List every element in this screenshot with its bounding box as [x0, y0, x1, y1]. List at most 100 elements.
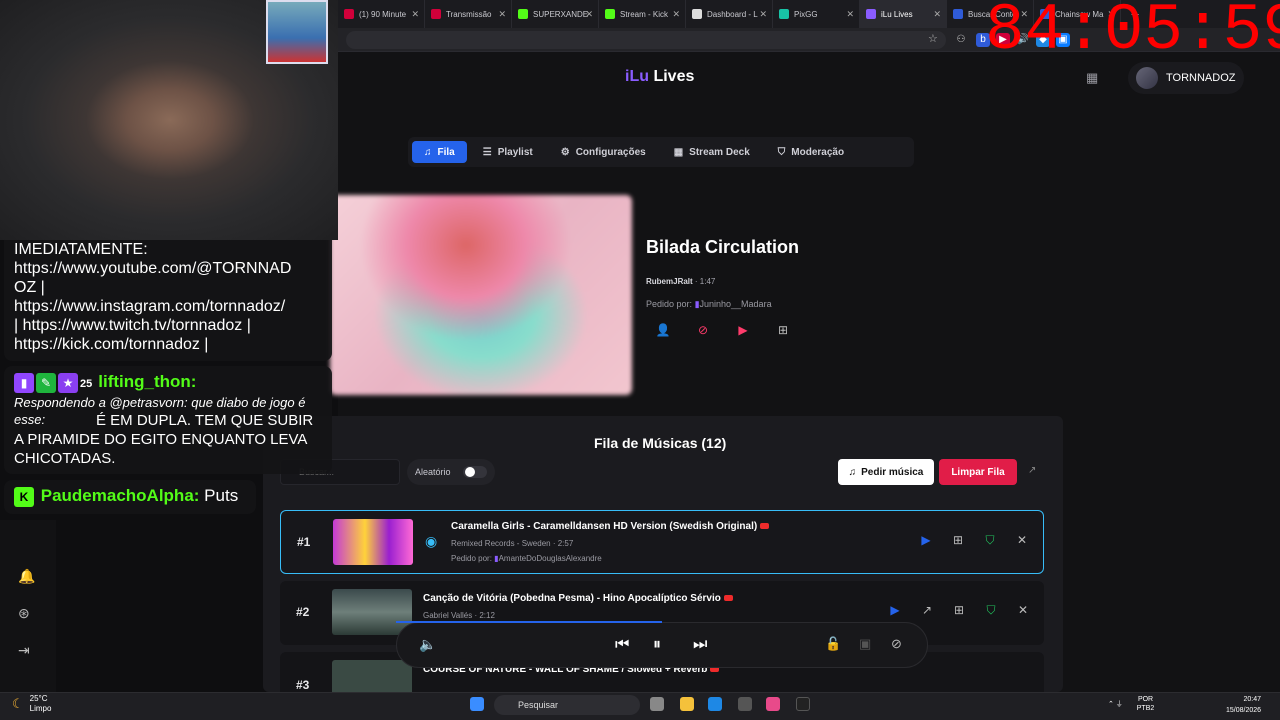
help-icon[interactable]: ⊛ [18, 605, 30, 622]
track-title: Canção de Vitória (Pobedna Pesma) - Hino… [423, 593, 733, 604]
close-tab-icon[interactable]: ✕ [846, 9, 854, 20]
browser-tab[interactable]: Dashboard - L ✕ [686, 0, 773, 28]
tab-favicon-icon [692, 9, 702, 19]
app-icon[interactable] [766, 697, 780, 711]
track-channel: Gabriel Vallés · 2:12 [423, 611, 495, 620]
play-icon[interactable]: ▶ [888, 603, 902, 618]
browser-tab[interactable]: iLu Lives ✕ [860, 0, 947, 28]
clock[interactable]: 20:47 15/08/2026 [1226, 694, 1261, 716]
tab-stream-deck[interactable]: ▦ Stream Deck [662, 141, 762, 163]
now-playing-icon: ◉ [425, 533, 438, 549]
close-tab-icon[interactable]: ✕ [498, 9, 506, 20]
previous-icon[interactable]: ⏮ [615, 636, 629, 654]
add-to-playlist-icon[interactable]: ⊞ [952, 603, 966, 618]
browser-tab[interactable]: (1) 90 Minute ✕ [338, 0, 425, 28]
hide-icon[interactable]: ⊘ [891, 636, 902, 652]
app-logo[interactable]: iLu Lives [625, 68, 694, 86]
save-icon[interactable]: ▣ [859, 636, 871, 652]
tab-playlist[interactable]: ☰ Playlist [471, 141, 545, 163]
browser-tab[interactable]: Transmissão ✕ [425, 0, 512, 28]
language-indicator[interactable]: POR PTB2 [1137, 695, 1155, 713]
block-icon[interactable]: ⊘ [695, 322, 711, 338]
close-tab-icon[interactable]: ✕ [411, 9, 419, 20]
file-explorer-icon[interactable] [680, 697, 694, 711]
close-tab-icon[interactable]: ✕ [585, 9, 593, 20]
close-tab-icon[interactable]: ✕ [672, 9, 680, 20]
now-playing-requester: Pedido por: ▮Juninho__Madara [646, 299, 772, 309]
close-tab-icon[interactable]: ✕ [933, 9, 941, 20]
bookmark-star-icon[interactable]: ☆ [928, 32, 938, 45]
app-icon[interactable] [738, 697, 752, 711]
tab-moderacao[interactable]: ⛉ Moderação [766, 141, 856, 163]
clear-queue-button[interactable]: Limpar Fila [939, 459, 1017, 485]
username: TORNNADOZ [1166, 72, 1236, 84]
tab-label: PixGG [794, 9, 818, 19]
bell-icon[interactable]: 🔔 [18, 568, 35, 585]
toggle-switch[interactable] [463, 466, 487, 478]
main-tabs: ♫ Fila ☰ Playlist ⚙ Configurações ▦ Stream Deck… [408, 137, 914, 167]
shield-icon[interactable]: ⛉ [984, 603, 998, 618]
windows-start-icon[interactable] [470, 697, 484, 711]
browser-tab[interactable]: Stream - Kick ✕ [599, 0, 686, 28]
youtube-icon[interactable]: ▶ [735, 322, 751, 338]
browser-tab[interactable]: PixGG ✕ [773, 0, 860, 28]
chat-message: IMEDIATAMENTE: https://www.youtube.com/@… [4, 240, 332, 361]
external-link-icon[interactable]: ↗ [1028, 465, 1036, 476]
add-to-playlist-icon[interactable]: ⊞ [951, 533, 965, 548]
logout-icon[interactable]: ⇥ [18, 642, 30, 659]
tab-label: (1) 90 Minute [359, 9, 407, 19]
tab-configuracoes[interactable]: ⚙ Configurações [549, 141, 658, 163]
tab-fila[interactable]: ♫ Fila [412, 141, 467, 163]
stream-timer: 84:05:59 [985, 0, 1280, 68]
next-icon[interactable]: ⏭ [693, 636, 707, 654]
browser-tab[interactable]: SUPERXANDE ✕ [512, 0, 599, 28]
queue-position: #1 [297, 535, 311, 549]
tab-favicon-icon [779, 9, 789, 19]
taskbar-search[interactable]: Pesquisar [494, 695, 640, 715]
play-icon[interactable]: ▶ [919, 533, 933, 548]
shuffle-toggle[interactable]: Aleatório [407, 459, 495, 485]
track-thumbnail [333, 519, 413, 565]
network-icon[interactable]: ⌃ ⏚ [1108, 701, 1123, 708]
extension-icon[interactable]: ⚇ [954, 33, 968, 47]
move-to-top-icon[interactable]: ↗ [920, 603, 934, 618]
ban-user-icon[interactable]: 👤 [655, 322, 671, 338]
lock-icon[interactable]: 🔓 [825, 636, 841, 652]
track-channel: Remixed Records - Sweden · 2:57 [451, 539, 574, 548]
background-poster [266, 0, 328, 64]
request-song-button[interactable]: ♫ Pedir música [838, 459, 934, 485]
edge-icon[interactable] [708, 697, 722, 711]
epic-games-icon[interactable] [796, 697, 810, 711]
tab-label: Fila [437, 146, 455, 158]
row-actions: ▶ ⊞ ⛉ ✕ [919, 533, 1029, 548]
shield-icon[interactable]: ⛉ [983, 533, 997, 548]
add-to-playlist-icon[interactable]: ⊞ [775, 322, 791, 338]
queue-row[interactable]: #1 ◉ Caramella Girls - Caramelldansen HD… [280, 510, 1044, 574]
track-requester: Pedido por: ▮AmanteDoDouglasAlexandre [451, 554, 602, 563]
tab-label: Playlist [497, 146, 533, 158]
tab-favicon-icon [605, 9, 615, 19]
avatar [1136, 67, 1158, 89]
chat-message: ▮ ✎ ★ 25 lifting_thon: Respondendo a @petras… [4, 366, 332, 474]
moon-icon: ☾ [12, 696, 24, 711]
pause-icon[interactable]: ⏸ [653, 636, 661, 654]
close-tab-icon[interactable]: ✕ [759, 9, 767, 20]
sword-badge-icon: ✎ [36, 373, 56, 394]
playback-progress[interactable] [396, 621, 662, 623]
youtube-icon [760, 523, 770, 530]
tab-icon: ♫ [424, 146, 432, 158]
task-view-icon[interactable] [650, 697, 664, 711]
track-title: Caramella Girls - Caramelldansen HD Vers… [451, 521, 770, 532]
now-playing-actions: 👤 ⊘ ▶ ⊞ [655, 322, 791, 338]
sub-badge: 25 [80, 378, 93, 390]
apps-grid-icon[interactable]: ▦ [1086, 70, 1100, 85]
remove-icon[interactable]: ✕ [1015, 533, 1029, 548]
youtube-icon [723, 595, 733, 602]
url-field[interactable] [346, 31, 946, 49]
now-playing-title: Bilada Circulation [646, 237, 800, 257]
volume-icon[interactable]: 🔈 [419, 636, 436, 653]
chat-text: É EM DUPLA. TEM QUE SUBIR A PIRAMIDE DO … [14, 412, 314, 467]
tab-icon: ⛉ [777, 146, 786, 158]
weather-widget[interactable]: ☾ 25°C Limpo [12, 694, 51, 714]
remove-icon[interactable]: ✕ [1016, 603, 1030, 618]
